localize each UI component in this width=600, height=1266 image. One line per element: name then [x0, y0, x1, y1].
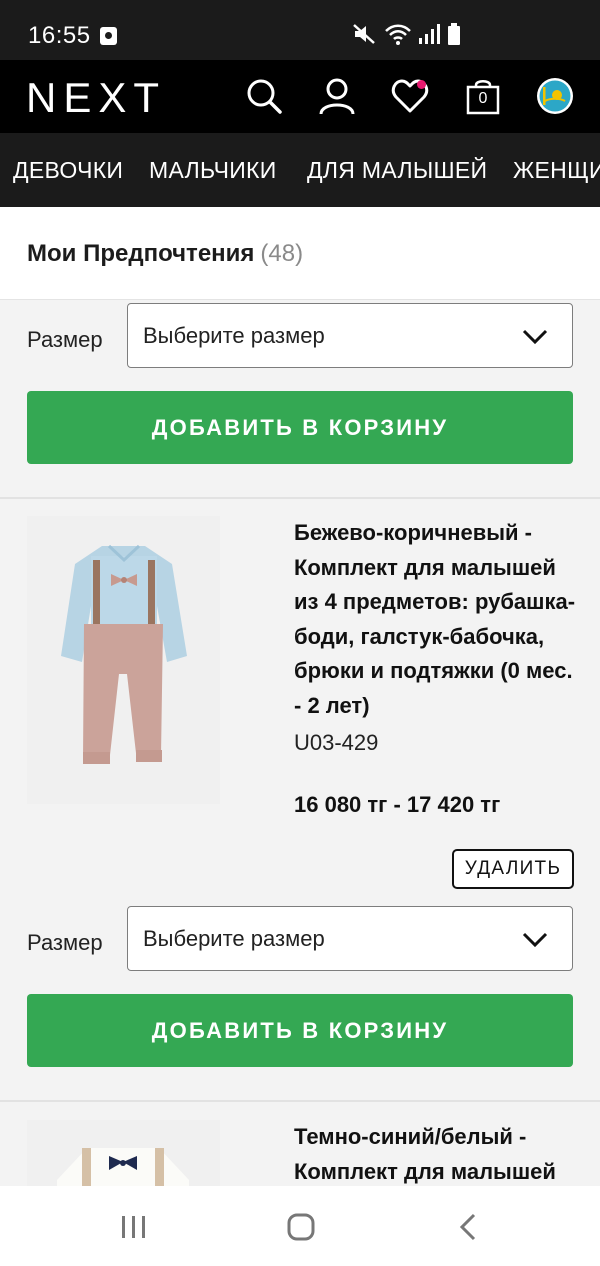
product-price: 16 080 тг - 17 420 тг: [294, 792, 501, 817]
size-select-value: Выберите размер: [143, 323, 325, 348]
kazakhstan-flag-icon: [537, 78, 573, 114]
recent-apps-button[interactable]: [114, 1210, 154, 1244]
baby-outfit-image: [27, 1120, 220, 1186]
category-babies[interactable]: ДЛЯ МАЛЫШЕЙ: [307, 157, 487, 184]
back-button[interactable]: [448, 1210, 488, 1244]
add-to-cart-button[interactable]: ДОБАВИТЬ В КОРЗИНУ: [27, 994, 573, 1067]
divider: [0, 1100, 600, 1102]
system-nav-bar: [0, 1186, 600, 1266]
mute-icon: [353, 24, 375, 44]
wifi-icon: [385, 24, 411, 45]
search-icon: [247, 79, 282, 114]
category-women[interactable]: ЖЕНЩИНЫ: [513, 157, 600, 184]
chevron-down-icon: [522, 329, 548, 345]
home-icon: [287, 1213, 315, 1241]
add-to-cart-button[interactable]: ДОБАВИТЬ В КОРЗИНУ: [27, 391, 573, 464]
back-icon: [459, 1213, 476, 1241]
product-image[interactable]: [27, 516, 220, 804]
site-header: NEXT 0: [0, 60, 600, 133]
status-bar: 16:55: [0, 0, 600, 60]
wishlist-button[interactable]: [388, 74, 432, 118]
status-icons: [352, 22, 462, 46]
category-boys[interactable]: МАЛЬЧИКИ: [149, 157, 277, 184]
product-title[interactable]: Темно-синий/белый - Комплект для малышей: [294, 1120, 584, 1186]
signal-icon: [419, 24, 440, 44]
bag-button[interactable]: 0: [461, 74, 505, 118]
page-title: Мои Предпочтения (48): [27, 240, 303, 268]
product-image[interactable]: [27, 1120, 220, 1186]
favorites-count: (48): [260, 240, 304, 267]
bag-count: 0: [478, 90, 488, 107]
size-label: Размер: [27, 930, 103, 955]
product-title[interactable]: Бежево-коричневый - Комплект для малышей…: [294, 516, 584, 723]
recent-apps-icon: [122, 1216, 145, 1238]
page-title-bar: Мои Предпочтения (48): [0, 207, 600, 300]
wishlist-indicator: [417, 80, 426, 89]
status-time: 16:55: [28, 22, 91, 49]
chevron-down-icon: [522, 932, 548, 948]
country-selector[interactable]: [533, 74, 577, 118]
size-label: Размер: [27, 327, 103, 352]
battery-icon: [448, 23, 460, 45]
page-title-text: Мои Предпочтения: [27, 240, 255, 267]
account-button[interactable]: [315, 74, 359, 118]
remove-button[interactable]: УДАЛИТЬ: [452, 849, 574, 889]
size-select-value: Выберите размер: [143, 926, 325, 951]
alarm-icon: [100, 27, 117, 45]
next-logo[interactable]: NEXT: [26, 77, 166, 119]
category-girls[interactable]: ДЕВОЧКИ: [13, 157, 123, 184]
size-select[interactable]: Выберите размер: [127, 906, 573, 971]
category-nav: ДЕВОЧКИ МАЛЬЧИКИ ДЛЯ МАЛЫШЕЙ ЖЕНЩИНЫ: [0, 133, 600, 207]
size-select[interactable]: Выберите размер: [127, 303, 573, 368]
search-button[interactable]: [242, 74, 286, 118]
product-code: U03-429: [294, 730, 379, 755]
home-button[interactable]: [281, 1210, 321, 1244]
baby-outfit-image: [27, 516, 220, 804]
account-icon: [319, 78, 355, 115]
divider: [0, 497, 600, 499]
